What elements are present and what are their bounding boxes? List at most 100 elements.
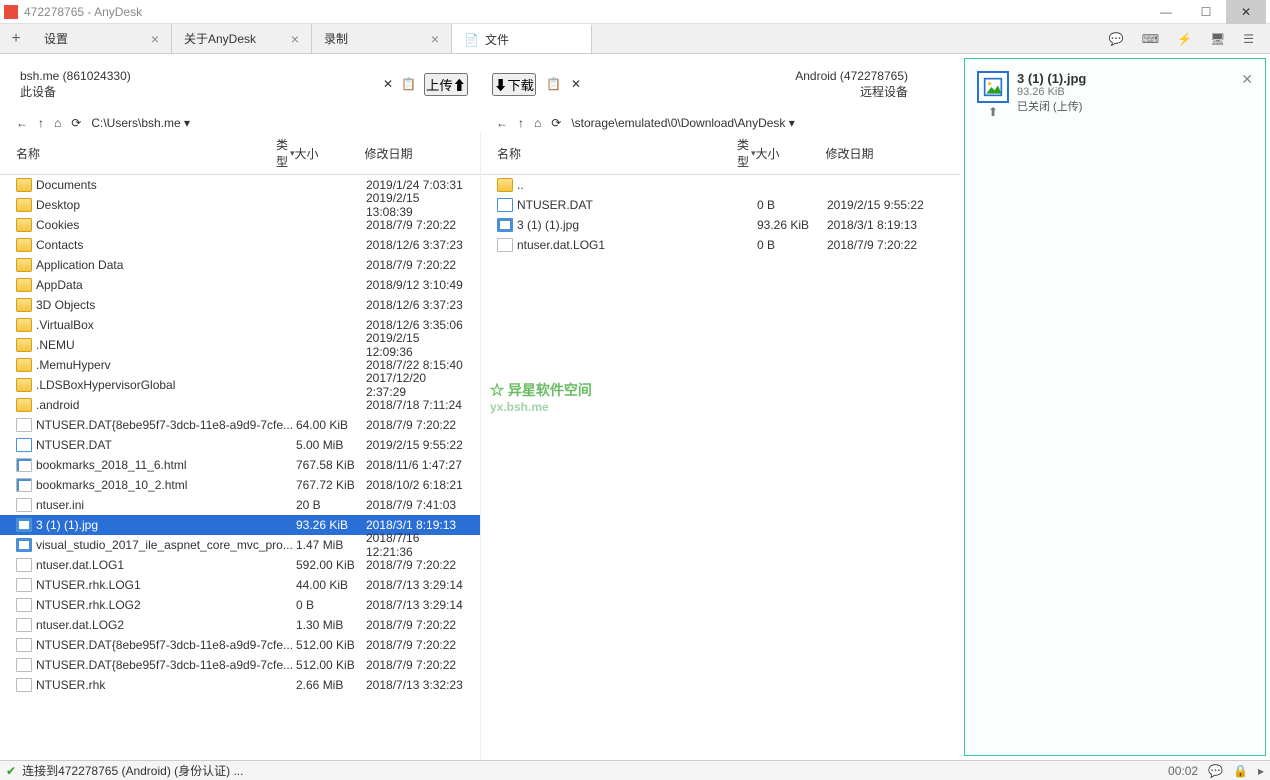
file-row[interactable]: bookmarks_2018_10_2.html767.72 KiB2018/1… xyxy=(0,475,480,495)
col-type[interactable]: 类型▾ xyxy=(276,136,295,170)
remote-copy-icon[interactable]: 📋 xyxy=(546,77,561,91)
file-size: 64.00 KiB xyxy=(296,418,366,432)
local-close-icon[interactable]: ✕ xyxy=(383,77,393,91)
file-row[interactable]: AppData2018/9/12 3:10:49 xyxy=(0,275,480,295)
menu-icon[interactable]: ☰ xyxy=(1243,32,1254,46)
maximize-button[interactable]: ☐ xyxy=(1186,0,1226,24)
local-copy-icon[interactable]: 📋 xyxy=(401,77,416,91)
file-name: NTUSER.rhk.LOG2 xyxy=(36,598,296,612)
remote-close-icon[interactable]: ✕ xyxy=(571,77,581,91)
monitor-icon[interactable]: 🖥 xyxy=(1210,32,1225,46)
file-row[interactable]: 3D Objects2018/12/6 3:37:23 xyxy=(0,295,480,315)
tab-label: 文件 xyxy=(485,31,509,48)
new-tab-button[interactable]: + xyxy=(0,24,32,53)
tab-settings[interactable]: 设置 × xyxy=(32,24,172,53)
file-name: ntuser.ini xyxy=(36,498,296,512)
queue-item[interactable]: ⬆ 3 (1) (1).jpg 93.26 KiB 已关闭 (上传) ✕ xyxy=(969,63,1261,127)
file-icon xyxy=(497,238,513,252)
file-icon xyxy=(16,598,32,612)
file-row[interactable]: .. xyxy=(481,175,960,195)
col-name[interactable]: 名称 xyxy=(497,136,737,170)
file-row[interactable]: NTUSER.rhk.LOG20 B2018/7/13 3:29:14 xyxy=(0,595,480,615)
local-file-list[interactable]: Documents2019/1/24 7:03:31Desktop2019/2/… xyxy=(0,175,480,760)
download-button[interactable]: ⬇下载 xyxy=(492,73,536,96)
file-name: visual_studio_2017_ile_aspnet_core_mvc_p… xyxy=(36,538,296,552)
local-refresh-button[interactable]: ⟳ xyxy=(71,116,81,130)
transfer-queue: ⬆ 3 (1) (1).jpg 93.26 KiB 已关闭 (上传) ✕ xyxy=(964,58,1266,756)
remote-path-input[interactable]: \storage\emulated\0\Download\AnyDesk ▾ xyxy=(571,116,795,130)
file-name: Desktop xyxy=(36,198,296,212)
file-row[interactable]: 3 (1) (1).jpg93.26 KiB2018/3/1 8:19:13 xyxy=(481,215,960,235)
remote-home-button[interactable]: ⌂ xyxy=(534,116,541,130)
file-row[interactable]: Desktop2019/2/15 13:08:39 xyxy=(0,195,480,215)
file-row[interactable]: ntuser.ini20 B2018/7/9 7:41:03 xyxy=(0,495,480,515)
file-row[interactable]: ntuser.dat.LOG10 B2018/7/9 7:20:22 xyxy=(481,235,960,255)
col-size[interactable]: 大小 xyxy=(756,136,826,170)
status-expand-icon[interactable]: ▸ xyxy=(1258,764,1264,778)
file-name: .android xyxy=(36,398,296,412)
file-icon xyxy=(16,678,32,692)
file-icon xyxy=(16,618,32,632)
local-back-button[interactable]: ← xyxy=(16,116,28,130)
file-size: 512.00 KiB xyxy=(296,658,366,672)
status-chat-icon[interactable]: 💬 xyxy=(1208,764,1223,778)
local-device-sub: 此设备 xyxy=(20,83,131,100)
file-row[interactable]: ntuser.dat.LOG21.30 MiB2018/7/9 7:20:22 xyxy=(0,615,480,635)
local-home-button[interactable]: ⌂ xyxy=(54,116,61,130)
file-name: NTUSER.DAT{8ebe95f7-3dcb-11e8-a9d9-7cfe.… xyxy=(36,658,296,672)
dropdown-icon[interactable]: ▾ xyxy=(184,116,190,130)
file-name: .MemuHyperv xyxy=(36,358,296,372)
file-row[interactable]: .NEMU2019/2/15 12:09:36 xyxy=(0,335,480,355)
keyboard-icon[interactable]: ⌨ xyxy=(1142,32,1159,46)
status-lock-icon[interactable]: 🔒 xyxy=(1233,764,1248,778)
close-button[interactable]: ✕ xyxy=(1226,0,1266,24)
file-row[interactable]: Application Data2018/7/9 7:20:22 xyxy=(0,255,480,275)
remote-refresh-button[interactable]: ⟳ xyxy=(551,116,561,130)
tab-record[interactable]: 录制 × xyxy=(312,24,452,53)
file-row[interactable]: bookmarks_2018_11_6.html767.58 KiB2018/1… xyxy=(0,455,480,475)
col-size[interactable]: 大小 xyxy=(295,136,365,170)
file-date: 2018/7/18 7:11:24 xyxy=(366,398,464,412)
upload-arrow-icon: ⬆ xyxy=(453,78,466,93)
file-date: 2018/7/9 7:20:22 xyxy=(366,638,464,652)
file-row[interactable]: NTUSER.DAT{8ebe95f7-3dcb-11e8-a9d9-7cfe.… xyxy=(0,655,480,675)
dropdown-icon[interactable]: ▾ xyxy=(789,116,795,130)
file-size: 44.00 KiB xyxy=(296,578,366,592)
file-row[interactable]: ntuser.dat.LOG1592.00 KiB2018/7/9 7:20:2… xyxy=(0,555,480,575)
file-row[interactable]: NTUSER.DAT5.00 MiB2019/2/15 9:55:22 xyxy=(0,435,480,455)
remote-back-button[interactable]: ← xyxy=(496,116,508,130)
file-row[interactable]: .LDSBoxHypervisorGlobal2017/12/20 2:37:2… xyxy=(0,375,480,395)
remote-file-list[interactable]: ..NTUSER.DAT0 B2019/2/15 9:55:223 (1) (1… xyxy=(481,175,960,760)
lightning-icon[interactable]: ⚡ xyxy=(1177,32,1192,46)
local-up-button[interactable]: ↑ xyxy=(38,116,44,130)
file-row[interactable]: NTUSER.rhk2.66 MiB2018/7/13 3:32:23 xyxy=(0,675,480,695)
file-row[interactable]: NTUSER.DAT0 B2019/2/15 9:55:22 xyxy=(481,195,960,215)
tab-about[interactable]: 关于AnyDesk × xyxy=(172,24,312,53)
minimize-button[interactable]: — xyxy=(1146,0,1186,24)
file-row[interactable]: NTUSER.DAT{8ebe95f7-3dcb-11e8-a9d9-7cfe.… xyxy=(0,415,480,435)
file-row[interactable]: visual_studio_2017_ile_aspnet_core_mvc_p… xyxy=(0,535,480,555)
tab-files[interactable]: 📄 文件 xyxy=(452,24,592,53)
file-row[interactable]: NTUSER.rhk.LOG144.00 KiB2018/7/13 3:29:1… xyxy=(0,575,480,595)
col-date[interactable]: 修改日期 xyxy=(365,136,464,170)
file-date: 2018/7/13 3:29:14 xyxy=(366,598,464,612)
col-name[interactable]: 名称 xyxy=(16,136,276,170)
queue-close-icon[interactable]: ✕ xyxy=(1241,71,1253,119)
file-row[interactable]: Cookies2018/7/9 7:20:22 xyxy=(0,215,480,235)
chat-icon[interactable]: 💬 xyxy=(1109,32,1124,46)
remote-up-button[interactable]: ↑ xyxy=(518,116,524,130)
file-row[interactable]: .android 2018/7/18 7:11:24 xyxy=(0,395,480,415)
file-size: 93.26 KiB xyxy=(296,518,366,532)
col-date[interactable]: 修改日期 xyxy=(826,136,944,170)
img-icon xyxy=(16,518,32,532)
file-row[interactable]: NTUSER.DAT{8ebe95f7-3dcb-11e8-a9d9-7cfe.… xyxy=(0,635,480,655)
tab-close-icon[interactable]: × xyxy=(291,31,299,47)
file-name: NTUSER.DAT xyxy=(36,438,296,452)
tab-close-icon[interactable]: × xyxy=(431,31,439,47)
file-row[interactable]: Contacts2018/12/6 3:37:23 xyxy=(0,235,480,255)
col-type[interactable]: 类型▾ xyxy=(737,136,756,170)
local-path-input[interactable]: C:\Users\bsh.me ▾ xyxy=(91,116,190,130)
upload-button[interactable]: 上传⬆ xyxy=(424,73,468,96)
person-icon xyxy=(916,67,948,99)
tab-close-icon[interactable]: × xyxy=(151,31,159,47)
